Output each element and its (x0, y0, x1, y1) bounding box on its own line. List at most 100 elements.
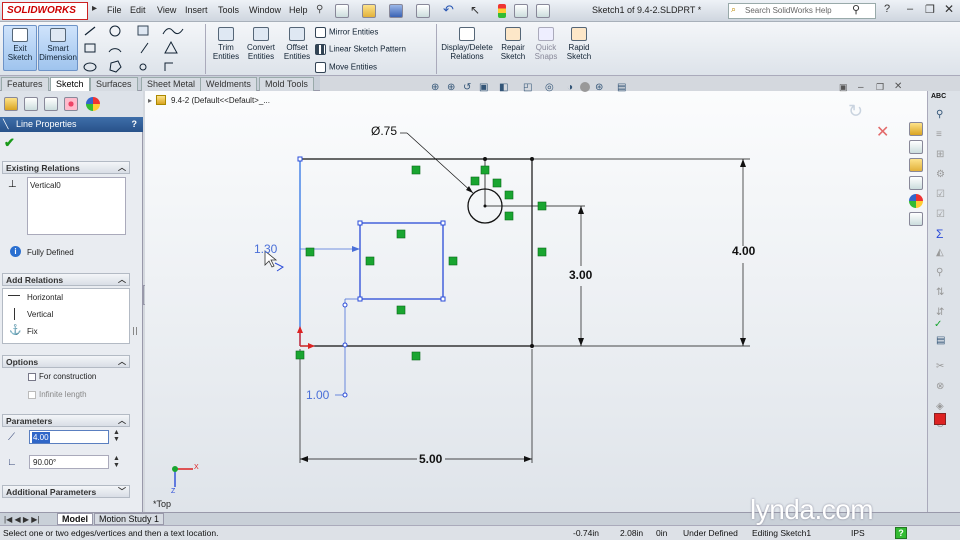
scroll-first-icon[interactable]: |◀ ◀ ▶ ▶| (4, 515, 39, 524)
configuration-manager-icon[interactable] (44, 97, 58, 111)
relation-fix[interactable]: ⚓ Fix (5, 325, 38, 336)
file-explorer-icon[interactable] (909, 158, 923, 172)
offset-entities-button[interactable]: Offset Entities (281, 25, 313, 71)
tab-sketch[interactable]: Sketch (50, 77, 90, 91)
length-spinner[interactable]: ▲ ▼ (113, 429, 120, 443)
help-icon[interactable]: ? (884, 3, 890, 15)
graphics-area[interactable]: ▸ 9.4-2 (Default<<Default>_... ⊕ ⊕ ↺ ▣ ◧… (145, 81, 927, 512)
convert-entities-button[interactable]: Convert Entities (243, 25, 279, 71)
angle-input[interactable]: 90.00° (29, 455, 109, 469)
resources-icon[interactable] (909, 122, 923, 136)
smart-dimension-button[interactable]: Smart Dimension (38, 25, 78, 71)
repair-sketch-button[interactable]: Repair Sketch (497, 25, 529, 71)
property-manager-icon[interactable] (24, 97, 38, 111)
pin-icon[interactable]: ⚲ (316, 4, 323, 15)
relation-item[interactable]: Vertical0 (30, 181, 61, 190)
custom-properties-icon[interactable] (909, 212, 923, 226)
status-units[interactable]: IPS (851, 526, 865, 540)
tab-motion-study[interactable]: Motion Study 1 (94, 513, 165, 525)
mirror-entities-button[interactable]: Mirror Entities (315, 27, 378, 38)
file-properties-icon[interactable] (514, 4, 528, 18)
stop-icon[interactable] (934, 413, 946, 425)
dimxpert-icon[interactable] (64, 97, 78, 111)
tool-icon[interactable]: ⚲ (936, 267, 943, 278)
section-existing-relations[interactable]: Existing Relations ︿ (2, 161, 130, 174)
ok-checkmark-icon[interactable]: ✔ (4, 135, 15, 151)
tool-icon[interactable]: ⊞ (936, 149, 944, 160)
tab-model[interactable]: Model (57, 513, 93, 525)
for-construction-checkbox[interactable]: For construction (28, 372, 96, 381)
status-help-icon[interactable]: ? (895, 527, 907, 539)
dimension-3[interactable]: 3.00 (569, 268, 592, 282)
display-manager-icon[interactable] (86, 97, 100, 111)
section-options[interactable]: Options ︿ (2, 355, 130, 368)
tool-icon[interactable]: ▤ (936, 335, 945, 346)
options-icon[interactable] (536, 4, 550, 18)
tab-surfaces[interactable]: Surfaces (90, 77, 138, 91)
quick-snaps-button[interactable]: Quick Snaps (530, 25, 562, 71)
flyout-arrow-icon[interactable]: ▸ (92, 3, 100, 17)
undo-icon[interactable]: ↶ (443, 2, 454, 18)
display-delete-relations-button[interactable]: Display/Delete Relations (439, 25, 495, 71)
tool-icon[interactable]: ⇅ (936, 287, 944, 298)
sum-icon[interactable]: Σ (936, 227, 943, 241)
relation-vertical[interactable]: Vertical (5, 308, 53, 320)
existing-relations-list[interactable]: Vertical0 (27, 177, 126, 235)
length-input[interactable]: 4.00 (29, 430, 109, 444)
rapid-sketch-button[interactable]: Rapid Sketch (563, 25, 595, 71)
relation-horizontal[interactable]: Horizontal (5, 293, 63, 302)
tab-weldments[interactable]: Weldments (200, 77, 257, 91)
move-entities-button[interactable]: Move Entities (315, 62, 377, 73)
solidworks-logo[interactable]: SOLIDWORKS (2, 2, 88, 20)
tool-icon[interactable]: ☑ (936, 209, 945, 220)
angle-spinner[interactable]: ▲ ▼ (113, 455, 120, 469)
appearances-icon[interactable] (909, 194, 923, 208)
menu-view[interactable]: View (157, 5, 176, 15)
dimension-5[interactable]: 5.00 (419, 452, 442, 466)
check-sketch-icon[interactable]: ✓ (934, 319, 942, 330)
menu-file[interactable]: File (107, 5, 122, 15)
open-folder-icon[interactable] (362, 4, 376, 18)
tool-icon[interactable]: ☑ (936, 189, 945, 200)
menu-help[interactable]: Help (289, 5, 308, 15)
save-icon[interactable] (389, 4, 403, 18)
exit-sketch-button[interactable]: Exit Sketch (3, 25, 37, 71)
new-document-icon[interactable] (335, 4, 349, 18)
tab-sheet-metal[interactable]: Sheet Metal (141, 77, 202, 91)
tool-icon[interactable]: ◭ (936, 247, 944, 258)
infinite-length-checkbox[interactable]: Infinite length (28, 390, 87, 399)
splitter-handle[interactable] (133, 327, 137, 335)
rebuild-icon[interactable] (498, 4, 506, 18)
tool-icon[interactable]: ≡ (936, 129, 942, 140)
minimize-icon[interactable]: – (907, 3, 913, 15)
menu-window[interactable]: Window (249, 5, 281, 15)
feature-manager-icon[interactable] (4, 97, 18, 111)
tab-features[interactable]: Features (1, 77, 49, 91)
linear-pattern-button[interactable]: Linear Sketch Pattern (315, 44, 406, 55)
tool-icon[interactable]: ⊗ (936, 381, 944, 392)
tool-icon[interactable]: ⇵ (936, 307, 944, 318)
section-parameters[interactable]: Parameters ︿ (2, 414, 130, 427)
view-palette-icon[interactable] (909, 176, 923, 190)
menu-edit[interactable]: Edit (130, 5, 146, 15)
design-library-icon[interactable] (909, 140, 923, 154)
trim-entities-button[interactable]: Trim Entities (210, 25, 242, 71)
search-icon[interactable]: ⚲ (852, 3, 860, 16)
pm-help-button[interactable]: ? (132, 117, 138, 132)
tool-icon[interactable]: ⚙ (936, 169, 945, 180)
tool-icon[interactable]: ◈ (936, 401, 944, 412)
tool-icon[interactable]: ✂ (936, 361, 944, 372)
spell-check-icon[interactable]: ABC (931, 93, 946, 100)
dimension-4[interactable]: 4.00 (732, 244, 755, 258)
menu-insert[interactable]: Insert (185, 5, 208, 15)
tab-mold-tools[interactable]: Mold Tools (259, 77, 314, 91)
menu-tools[interactable]: Tools (218, 5, 239, 15)
dimension-1-00[interactable]: 1.00 (306, 388, 329, 402)
select-arrow-icon[interactable]: ↖ (470, 3, 480, 17)
dimension-1-30[interactable]: 1.30 (254, 242, 277, 256)
print-icon[interactable] (416, 4, 430, 18)
close-icon[interactable]: ✕ (944, 2, 954, 16)
section-add-relations[interactable]: Add Relations ︿ (2, 273, 130, 286)
tool-icon[interactable]: ⚲ (936, 109, 943, 120)
restore-icon[interactable]: ❐ (925, 3, 935, 16)
